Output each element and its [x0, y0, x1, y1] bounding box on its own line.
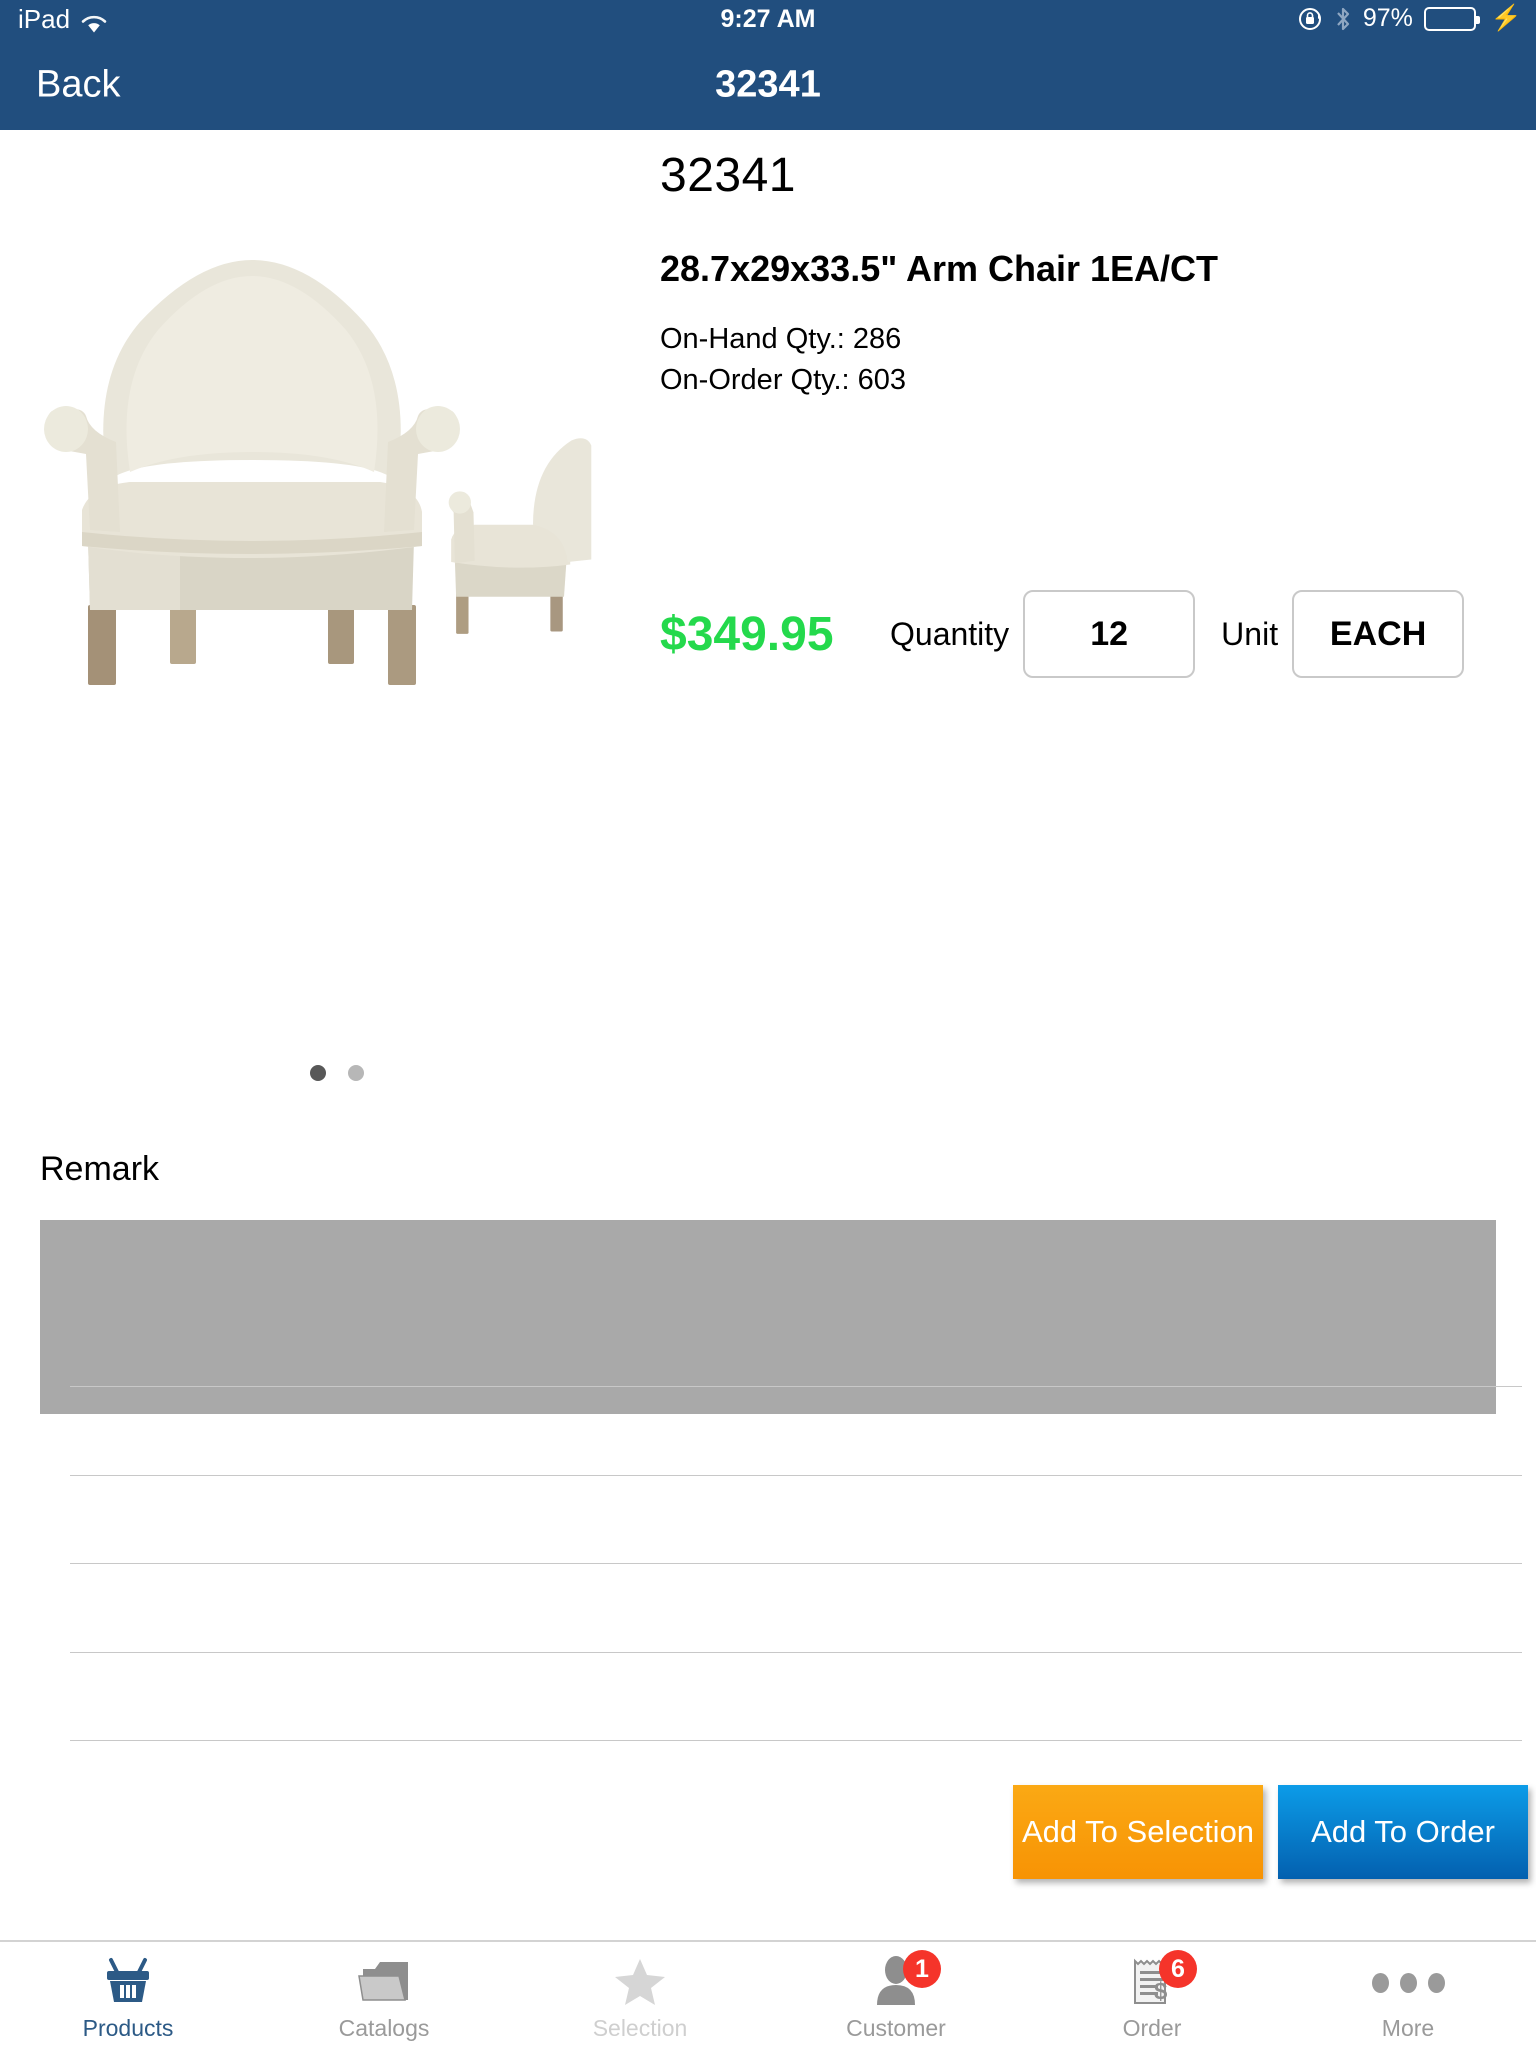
page-dot-1[interactable] — [310, 1065, 326, 1081]
star-icon-wrap — [612, 1954, 668, 2012]
tab-customer[interactable]: 1 Customer — [768, 1942, 1024, 2048]
ellipsis-icon — [1371, 1973, 1445, 1993]
tab-more[interactable]: More — [1280, 1942, 1536, 2048]
bluetooth-icon — [1334, 6, 1352, 32]
price-and-order-row: $349.95 Quantity 12 Unit EACH — [660, 590, 1536, 678]
separator-line-2 — [70, 1475, 1522, 1476]
action-button-group: Add To Selection Add To Order — [1013, 1785, 1528, 1879]
status-bar: iPad 9:27 AM 97% ⚡ — [0, 0, 1536, 40]
battery-icon — [1423, 6, 1480, 31]
tab-selection[interactable]: Selection — [512, 1942, 768, 2048]
folder-icon — [355, 1955, 413, 2012]
add-to-order-button[interactable]: Add To Order — [1278, 1785, 1528, 1879]
tab-bar: Products Catalogs Selection 1 Customer $… — [0, 1940, 1536, 2048]
customer-badge: 1 — [903, 1950, 941, 1988]
tab-label-catalogs: Catalogs — [338, 2015, 430, 2041]
page-dot-2[interactable] — [348, 1065, 364, 1081]
basket-icon — [101, 1955, 155, 2012]
product-name: 28.7x29x33.5" Arm Chair 1EA/CT — [660, 248, 1219, 289]
unit-label: Unit — [1221, 615, 1279, 652]
gallery-page-dots[interactable] — [310, 1065, 364, 1081]
separator-line-5 — [70, 1740, 1522, 1741]
on-order-qty: On-Order Qty.: 603 — [660, 364, 907, 397]
product-detail-content: 32341 28.7x29x33.5" Arm Chair 1EA/CT On-… — [0, 130, 1536, 1940]
tab-order[interactable]: $ 6 Order — [1024, 1942, 1280, 2048]
product-price: $349.95 — [660, 607, 834, 661]
order-badge: 6 — [1159, 1950, 1197, 1988]
add-to-selection-button[interactable]: Add To Selection — [1013, 1785, 1263, 1879]
tab-label-products: Products — [82, 2015, 174, 2041]
quantity-input[interactable]: 12 — [1023, 590, 1196, 678]
tab-label-selection: Selection — [592, 2015, 688, 2041]
receipt-icon-wrap: $ 6 — [1129, 1950, 1197, 2012]
unit-selector[interactable]: EACH — [1292, 590, 1465, 678]
quantity-label: Quantity — [890, 615, 1010, 652]
remark-input[interactable] — [40, 1220, 1496, 1414]
basket-icon-wrap — [101, 1954, 155, 2012]
tab-catalogs[interactable]: Catalogs — [256, 1942, 512, 2048]
star-icon — [612, 1955, 668, 2012]
status-bar-right: 97% ⚡ — [1297, 4, 1522, 33]
arm-chair-image — [44, 260, 592, 685]
separator-line-3 — [70, 1563, 1522, 1564]
tab-label-more: More — [1381, 2015, 1435, 2041]
tab-products[interactable]: Products — [0, 1942, 256, 2048]
navigation-bar: Back 32341 — [0, 40, 1536, 130]
tab-label-customer: Customer — [846, 2015, 946, 2041]
on-hand-qty: On-Hand Qty.: 286 — [660, 323, 902, 355]
lightning-bolt-icon: ⚡ — [1490, 4, 1522, 32]
product-code: 32341 — [660, 149, 796, 202]
person-icon-wrap: 1 — [873, 1950, 941, 2012]
folder-icon-wrap — [355, 1954, 413, 2012]
separator-line-4 — [70, 1652, 1522, 1653]
product-info-column: 32341 28.7x29x33.5" Arm Chair 1EA/CT On-… — [660, 130, 1536, 399]
inventory-quantities: On-Hand Qty.: 286 On-Order Qty.: 603 — [660, 322, 1536, 399]
battery-percent-label: 97% — [1362, 4, 1413, 32]
rotation-lock-icon — [1297, 6, 1323, 32]
ellipsis-icon-wrap — [1371, 1954, 1445, 2012]
separator-line-1 — [70, 1386, 1522, 1387]
tab-label-order: Order — [1122, 2015, 1182, 2041]
page-title: 32341 — [715, 63, 821, 106]
remark-label: Remark — [40, 1150, 160, 1188]
product-image-gallery[interactable] — [0, 130, 640, 790]
